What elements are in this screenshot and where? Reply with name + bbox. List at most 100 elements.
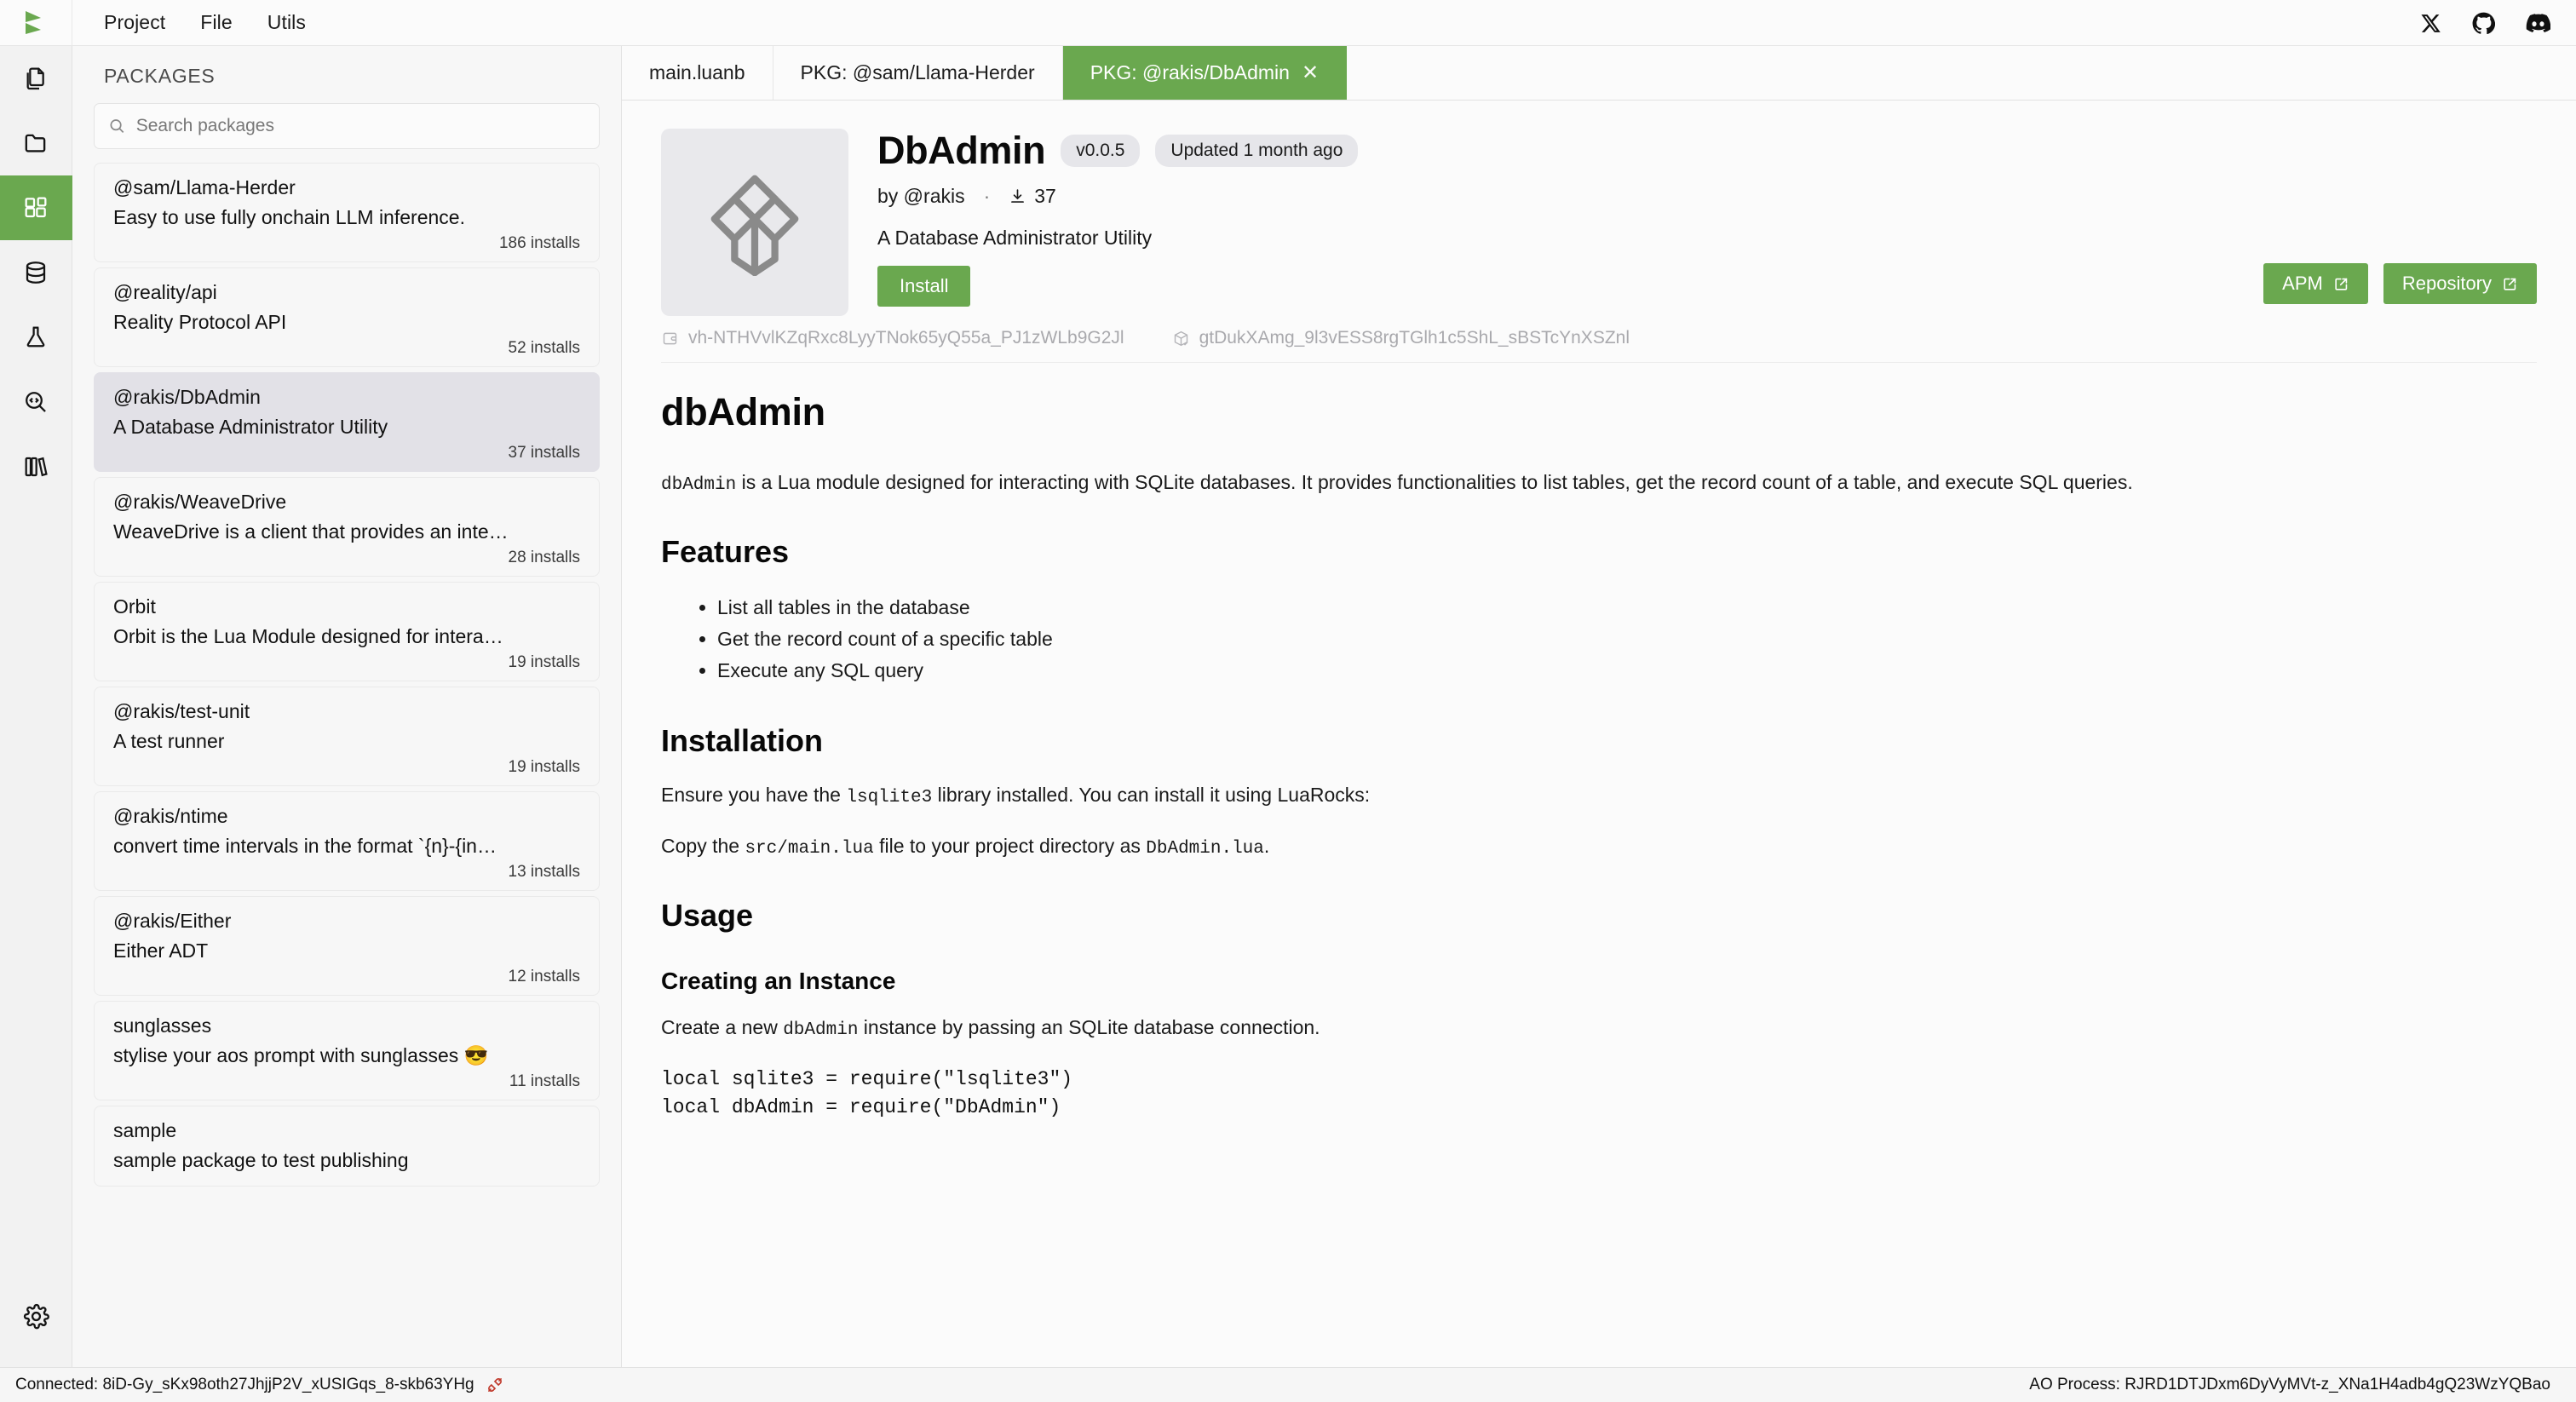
- creating-text-b: instance by passing an SQLite database c…: [858, 1016, 1320, 1039]
- external-link-icon: [2335, 278, 2348, 290]
- app-root: Project File Utils PACKAGES Search packa…: [0, 0, 2576, 1402]
- package-description: A test runner: [113, 730, 225, 752]
- install2-text-c: .: [1263, 835, 1270, 858]
- tab-label: PKG: @sam/Llama-Herder: [800, 61, 1035, 83]
- package-title-row: DbAdmin v0.0.5 Updated 1 month ago: [877, 129, 2537, 173]
- package-name: sunglasses: [113, 1014, 212, 1037]
- readme-intro-paragraph: dbAdmin is a Lua module designed for int…: [661, 468, 2475, 498]
- feature-item: Execute any SQL query: [717, 655, 2537, 687]
- readme-creating-heading: Creating an Instance: [661, 968, 896, 995]
- install-code-srcmain: src/main.lua: [745, 839, 874, 859]
- tab-main-luanb[interactable]: main.luanb: [622, 46, 773, 100]
- readme-installation-heading: Installation: [661, 722, 824, 758]
- package-name: @reality/api: [113, 281, 217, 303]
- gear-icon: [23, 1303, 49, 1329]
- search-input[interactable]: [135, 116, 585, 136]
- readme-creating-paragraph: Create a new dbAdmin instance by passing…: [661, 1014, 2475, 1043]
- package-name: @rakis/ntime: [113, 805, 228, 827]
- apm-link-button[interactable]: APM: [2263, 263, 2368, 304]
- packages-panel: PACKAGES @sam/Llama-Herder Easy to use f…: [72, 46, 622, 1367]
- activity-item-library[interactable]: [0, 434, 72, 499]
- package-name: @rakis/DbAdmin: [113, 386, 261, 408]
- package-installs: 11 installs: [509, 1072, 580, 1090]
- package-header-actions: APM Repository: [2263, 263, 2537, 304]
- package-list-item[interactable]: @rakis/WeaveDrive WeaveDrive is a client…: [94, 477, 600, 577]
- package-id-chip[interactable]: gtDukXAmg_9l3vESS8rgTGlh1c5ShL_sBSTcYnXS…: [1172, 328, 1630, 348]
- activity-item-code-search[interactable]: [0, 370, 72, 434]
- package-header: DbAdmin v0.0.5 Updated 1 month ago by @r…: [622, 101, 2576, 316]
- close-icon[interactable]: ✕: [1302, 62, 1319, 83]
- activity-item-packages[interactable]: [0, 175, 72, 240]
- apm-label: APM: [2282, 273, 2323, 294]
- package-ids-row: vh-NTHVvlKZqRxc8LyyTNok65yQ55a_PJ1zWLb9G…: [661, 328, 2537, 363]
- creating-text-a: Create a new: [661, 1016, 784, 1039]
- wallet-id-chip[interactable]: vh-NTHVvlKZqRxc8LyyTNok65yQ55a_PJ1zWLb9G…: [661, 328, 1124, 348]
- updated-badge: Updated 1 month ago: [1155, 135, 1359, 167]
- package-tagline: A Database Administrator Utility: [877, 227, 1153, 249]
- package-list-item[interactable]: @reality/api Reality Protocol API 52 ins…: [94, 267, 600, 367]
- package-box-logo-icon: [710, 175, 799, 276]
- downloads-group: 37: [1009, 185, 1056, 208]
- package-list-item[interactable]: Orbit Orbit is the Lua Module designed f…: [94, 582, 600, 681]
- package-content: DbAdmin v0.0.5 Updated 1 month ago by @r…: [622, 101, 2576, 1367]
- install-button[interactable]: Install: [877, 266, 971, 307]
- app-logo[interactable]: [0, 0, 72, 46]
- package-name: @rakis/test-unit: [113, 700, 250, 722]
- menu-item-file[interactable]: File: [200, 11, 232, 34]
- activity-bar: [0, 46, 72, 1367]
- package-list-item[interactable]: @rakis/ntime convert time intervals in t…: [94, 791, 600, 891]
- menu-item-project[interactable]: Project: [104, 11, 165, 34]
- repository-label: Repository: [2401, 273, 2492, 294]
- package-list-item[interactable]: @sam/Llama-Herder Easy to use fully onch…: [94, 163, 600, 262]
- package-list-item[interactable]: @rakis/test-unit A test runner 19 instal…: [94, 687, 600, 786]
- external-link-icon: [2504, 278, 2516, 290]
- package-header-details: DbAdmin v0.0.5 Updated 1 month ago by @r…: [877, 129, 2537, 316]
- package-description: WeaveDrive is a client that provides an …: [113, 520, 509, 543]
- package-installs: 37 installs: [508, 444, 581, 462]
- activity-item-folder[interactable]: [0, 111, 72, 175]
- tab-pkg-dbadmin[interactable]: PKG: @rakis/DbAdmin ✕: [1062, 46, 1348, 100]
- package-list-item[interactable]: @rakis/Either Either ADT 12 installs: [94, 896, 600, 996]
- readme-features-list: List all tables in the database Get the …: [661, 592, 2537, 687]
- package-list-item[interactable]: sample sample package to test publishing: [94, 1106, 600, 1187]
- search-icon: [110, 119, 124, 133]
- status-bar: Connected: 8iD-Gy_sKx98oth27JhjjP2V_xUSI…: [0, 1367, 2576, 1402]
- activity-item-experiments[interactable]: [0, 305, 72, 370]
- package-list: @sam/Llama-Herder Easy to use fully onch…: [72, 163, 621, 1367]
- readme-intro-code: dbAdmin: [661, 475, 737, 495]
- package-description: sample package to test publishing: [113, 1149, 409, 1171]
- search-box[interactable]: [94, 103, 600, 149]
- package-author: by @rakis: [877, 185, 965, 207]
- activity-item-database[interactable]: [0, 240, 72, 305]
- repository-link-button[interactable]: Repository: [2383, 263, 2537, 304]
- package-name: @sam/Llama-Herder: [113, 176, 296, 198]
- package-list-item-selected[interactable]: @rakis/DbAdmin A Database Administrator …: [94, 372, 600, 472]
- tab-label: main.luanb: [649, 61, 745, 83]
- readme-title: dbAdmin: [661, 390, 825, 434]
- package-list-item[interactable]: sunglasses stylise your aos prompt with …: [94, 1001, 600, 1100]
- betteridea-play-logo-icon: [26, 10, 41, 34]
- feature-item: List all tables in the database: [717, 592, 2537, 623]
- version-badge: v0.0.5: [1061, 135, 1141, 167]
- readme-install-paragraph-2: Copy the src/main.lua file to your proje…: [661, 832, 2475, 862]
- github-icon[interactable]: [2472, 12, 2495, 35]
- x-twitter-icon[interactable]: [2420, 13, 2441, 34]
- install2-text-b: file to your project directory as: [873, 835, 1147, 858]
- folder-icon: [25, 134, 45, 152]
- activity-item-files[interactable]: [0, 46, 72, 111]
- tab-pkg-llama-herder[interactable]: PKG: @sam/Llama-Herder: [773, 46, 1063, 100]
- library-books-icon: [25, 457, 48, 477]
- plug-disconnect-icon[interactable]: [486, 1376, 503, 1393]
- package-description: Reality Protocol API: [113, 311, 287, 333]
- discord-icon[interactable]: [2526, 14, 2550, 32]
- package-description: Easy to use fully onchain LLM inference.: [113, 206, 465, 228]
- package-name: @rakis/WeaveDrive: [113, 491, 287, 513]
- activity-item-settings[interactable]: [0, 1284, 72, 1348]
- package-description: Either ADT: [113, 939, 209, 962]
- package-installs: 19 installs: [508, 758, 581, 776]
- readme-markdown: dbAdmin dbAdmin is a Lua module designed…: [622, 363, 2576, 1122]
- byline-separator: ·: [983, 185, 991, 207]
- menu-item-utils[interactable]: Utils: [267, 11, 306, 34]
- package-description: stylise your aos prompt with sunglasses …: [113, 1044, 489, 1066]
- package-logo: [661, 129, 848, 316]
